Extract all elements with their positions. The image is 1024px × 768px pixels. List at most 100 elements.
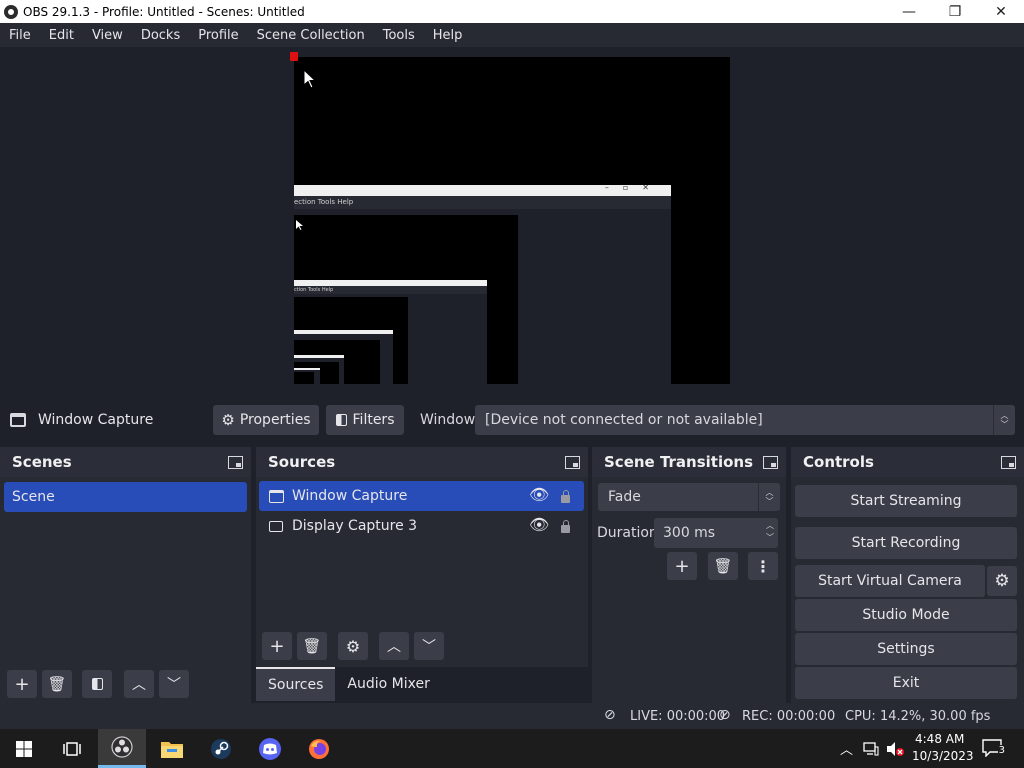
trash-icon: 🗑 bbox=[302, 637, 322, 655]
filters-button[interactable]: Filters bbox=[326, 405, 404, 435]
source-item-window-capture[interactable]: Window Capture 👁 bbox=[259, 481, 584, 511]
controls-title: Controls bbox=[803, 453, 874, 471]
transition-properties-button[interactable]: ⋮ bbox=[748, 552, 778, 580]
chevron-up-icon: ︿ bbox=[132, 677, 146, 693]
dock-float-icon[interactable] bbox=[1001, 455, 1016, 469]
scenes-header: Scenes bbox=[0, 447, 251, 477]
move-scene-up-button[interactable]: ︿ bbox=[124, 670, 154, 698]
remove-scene-button[interactable]: 🗑 bbox=[42, 670, 72, 698]
exit-button[interactable]: Exit bbox=[795, 667, 1017, 699]
network-icon[interactable] bbox=[863, 742, 879, 756]
scene-item-label: Scene bbox=[12, 489, 55, 505]
move-source-up-button[interactable]: ︿ bbox=[379, 632, 409, 660]
gear-icon: ⚙ bbox=[221, 411, 235, 429]
lock-icon[interactable] bbox=[561, 520, 570, 533]
close-button[interactable]: ✕ bbox=[978, 0, 1024, 23]
duration-value: 300 ms bbox=[663, 525, 716, 541]
tray-chevron-up-icon[interactable]: ︿ bbox=[840, 739, 853, 758]
notifications-button[interactable]: 3 bbox=[982, 739, 1006, 758]
settings-button[interactable]: Settings bbox=[795, 633, 1017, 665]
start-recording-button[interactable]: Start Recording bbox=[795, 527, 1017, 559]
source-selection-handle[interactable] bbox=[290, 52, 298, 61]
add-source-button[interactable]: + bbox=[262, 632, 292, 660]
source-item-label: Window Capture bbox=[292, 488, 408, 504]
menu-view[interactable]: View bbox=[83, 28, 132, 43]
tab-sources[interactable]: Sources bbox=[256, 667, 336, 701]
remove-source-button[interactable]: 🗑 bbox=[297, 632, 327, 660]
menu-tools[interactable]: Tools bbox=[374, 28, 424, 43]
scenes-dock: Scenes Scene + 🗑 ︿ ﹀ bbox=[0, 447, 251, 703]
tab-audio-mixer[interactable]: Audio Mixer bbox=[335, 667, 441, 701]
live-signal-icon: ⊘ bbox=[604, 707, 616, 723]
eye-icon[interactable]: 👁 bbox=[529, 485, 549, 504]
sources-title: Sources bbox=[268, 453, 336, 471]
start-virtual-camera-button[interactable]: Start Virtual Camera bbox=[795, 565, 985, 597]
scene-filters-button[interactable] bbox=[82, 670, 112, 698]
transitions-title: Scene Transitions bbox=[604, 453, 754, 471]
restore-button[interactable]: ❐ bbox=[932, 0, 978, 23]
source-item-display-capture[interactable]: Display Capture 3 👁 bbox=[259, 511, 584, 541]
selected-source-name: Window Capture bbox=[38, 412, 154, 428]
minimize-button[interactable]: — bbox=[886, 0, 932, 23]
mouse-cursor-icon bbox=[303, 69, 316, 89]
file-explorer-icon[interactable] bbox=[148, 729, 196, 768]
duration-stepper[interactable]: 300 ms ︿ ﹀ bbox=[654, 518, 778, 548]
remove-transition-button[interactable]: 🗑 bbox=[708, 552, 738, 580]
firefox-icon[interactable] bbox=[295, 729, 343, 768]
monitor-icon bbox=[269, 520, 283, 532]
nested-cursor-icon bbox=[296, 220, 303, 230]
menu-help[interactable]: Help bbox=[424, 28, 472, 43]
add-transition-button[interactable]: + bbox=[667, 552, 697, 580]
studio-mode-button[interactable]: Studio Mode bbox=[795, 599, 1017, 631]
select-arrows-icon: ︿ ﹀ bbox=[993, 405, 1015, 435]
duration-label: Duration bbox=[597, 525, 658, 541]
trash-icon: 🗑 bbox=[47, 675, 67, 693]
menu-scene-collection[interactable]: Scene Collection bbox=[248, 28, 374, 43]
window-select[interactable]: [Device not connected or not available] … bbox=[475, 405, 1015, 435]
menu-docks[interactable]: Docks bbox=[132, 28, 189, 43]
chevron-down-icon: ﹀ bbox=[167, 677, 181, 693]
taskbar-clock-time[interactable]: 4:48 AM bbox=[915, 732, 964, 746]
menu-profile[interactable]: Profile bbox=[189, 28, 247, 43]
volume-muted-icon[interactable] bbox=[886, 741, 904, 757]
window-capture-icon bbox=[10, 413, 26, 427]
transition-type-select[interactable]: Fade ︿ ﹀ bbox=[598, 483, 780, 511]
properties-label: Properties bbox=[239, 412, 311, 428]
window-title: OBS 29.1.3 - Profile: Untitled - Scenes:… bbox=[23, 4, 305, 19]
properties-button[interactable]: ⚙ Properties bbox=[213, 405, 319, 435]
dock-float-icon[interactable] bbox=[228, 455, 243, 469]
virtual-camera-settings-button[interactable]: ⚙ bbox=[987, 566, 1017, 596]
window-controls: — ❐ ✕ bbox=[886, 0, 1024, 23]
add-scene-button[interactable]: + bbox=[7, 670, 37, 698]
more-vertical-icon: ⋮ bbox=[755, 556, 771, 576]
sources-dock: Sources Window Capture 👁 Display Capture… bbox=[256, 447, 588, 667]
live-timer: LIVE: 00:00:00 bbox=[630, 709, 726, 724]
start-streaming-button[interactable]: Start Streaming bbox=[795, 485, 1017, 517]
move-scene-down-button[interactable]: ﹀ bbox=[159, 670, 189, 698]
windows-start-icon[interactable] bbox=[0, 729, 48, 768]
nested-window-titlebar: –▫✕ bbox=[294, 183, 671, 196]
menu-edit[interactable]: Edit bbox=[40, 28, 83, 43]
dock-float-icon[interactable] bbox=[565, 455, 580, 469]
source-properties-button[interactable]: ⚙ bbox=[338, 632, 368, 660]
stepper-arrows-icon[interactable]: ︿ ﹀ bbox=[766, 520, 774, 544]
lock-icon[interactable] bbox=[561, 490, 570, 503]
obs-taskbar-icon[interactable] bbox=[98, 729, 146, 768]
steam-icon[interactable] bbox=[197, 729, 245, 768]
dock-float-icon[interactable] bbox=[763, 455, 778, 469]
eye-icon[interactable]: 👁 bbox=[529, 515, 549, 534]
menu-file[interactable]: File bbox=[0, 28, 40, 43]
nested-menu-bar-2: ction Tools Help bbox=[294, 286, 487, 294]
taskbar-clock-date[interactable]: 10/3/2023 bbox=[912, 749, 974, 763]
dock-tabs: Sources Audio Mixer bbox=[256, 667, 442, 701]
nested-preview-5 bbox=[294, 372, 314, 384]
sources-header: Sources bbox=[256, 447, 588, 477]
preview-canvas[interactable]: –▫✕ ection Tools Help ction Tools Help bbox=[294, 57, 730, 384]
window-select-value: [Device not connected or not available] bbox=[485, 412, 763, 428]
scene-item[interactable]: Scene bbox=[4, 482, 247, 512]
preview-area[interactable]: –▫✕ ection Tools Help ction Tools Help bbox=[0, 47, 1024, 395]
task-view-icon[interactable] bbox=[48, 729, 96, 768]
trash-icon: 🗑 bbox=[713, 557, 733, 575]
discord-icon[interactable] bbox=[246, 729, 294, 768]
move-source-down-button[interactable]: ﹀ bbox=[414, 632, 444, 660]
